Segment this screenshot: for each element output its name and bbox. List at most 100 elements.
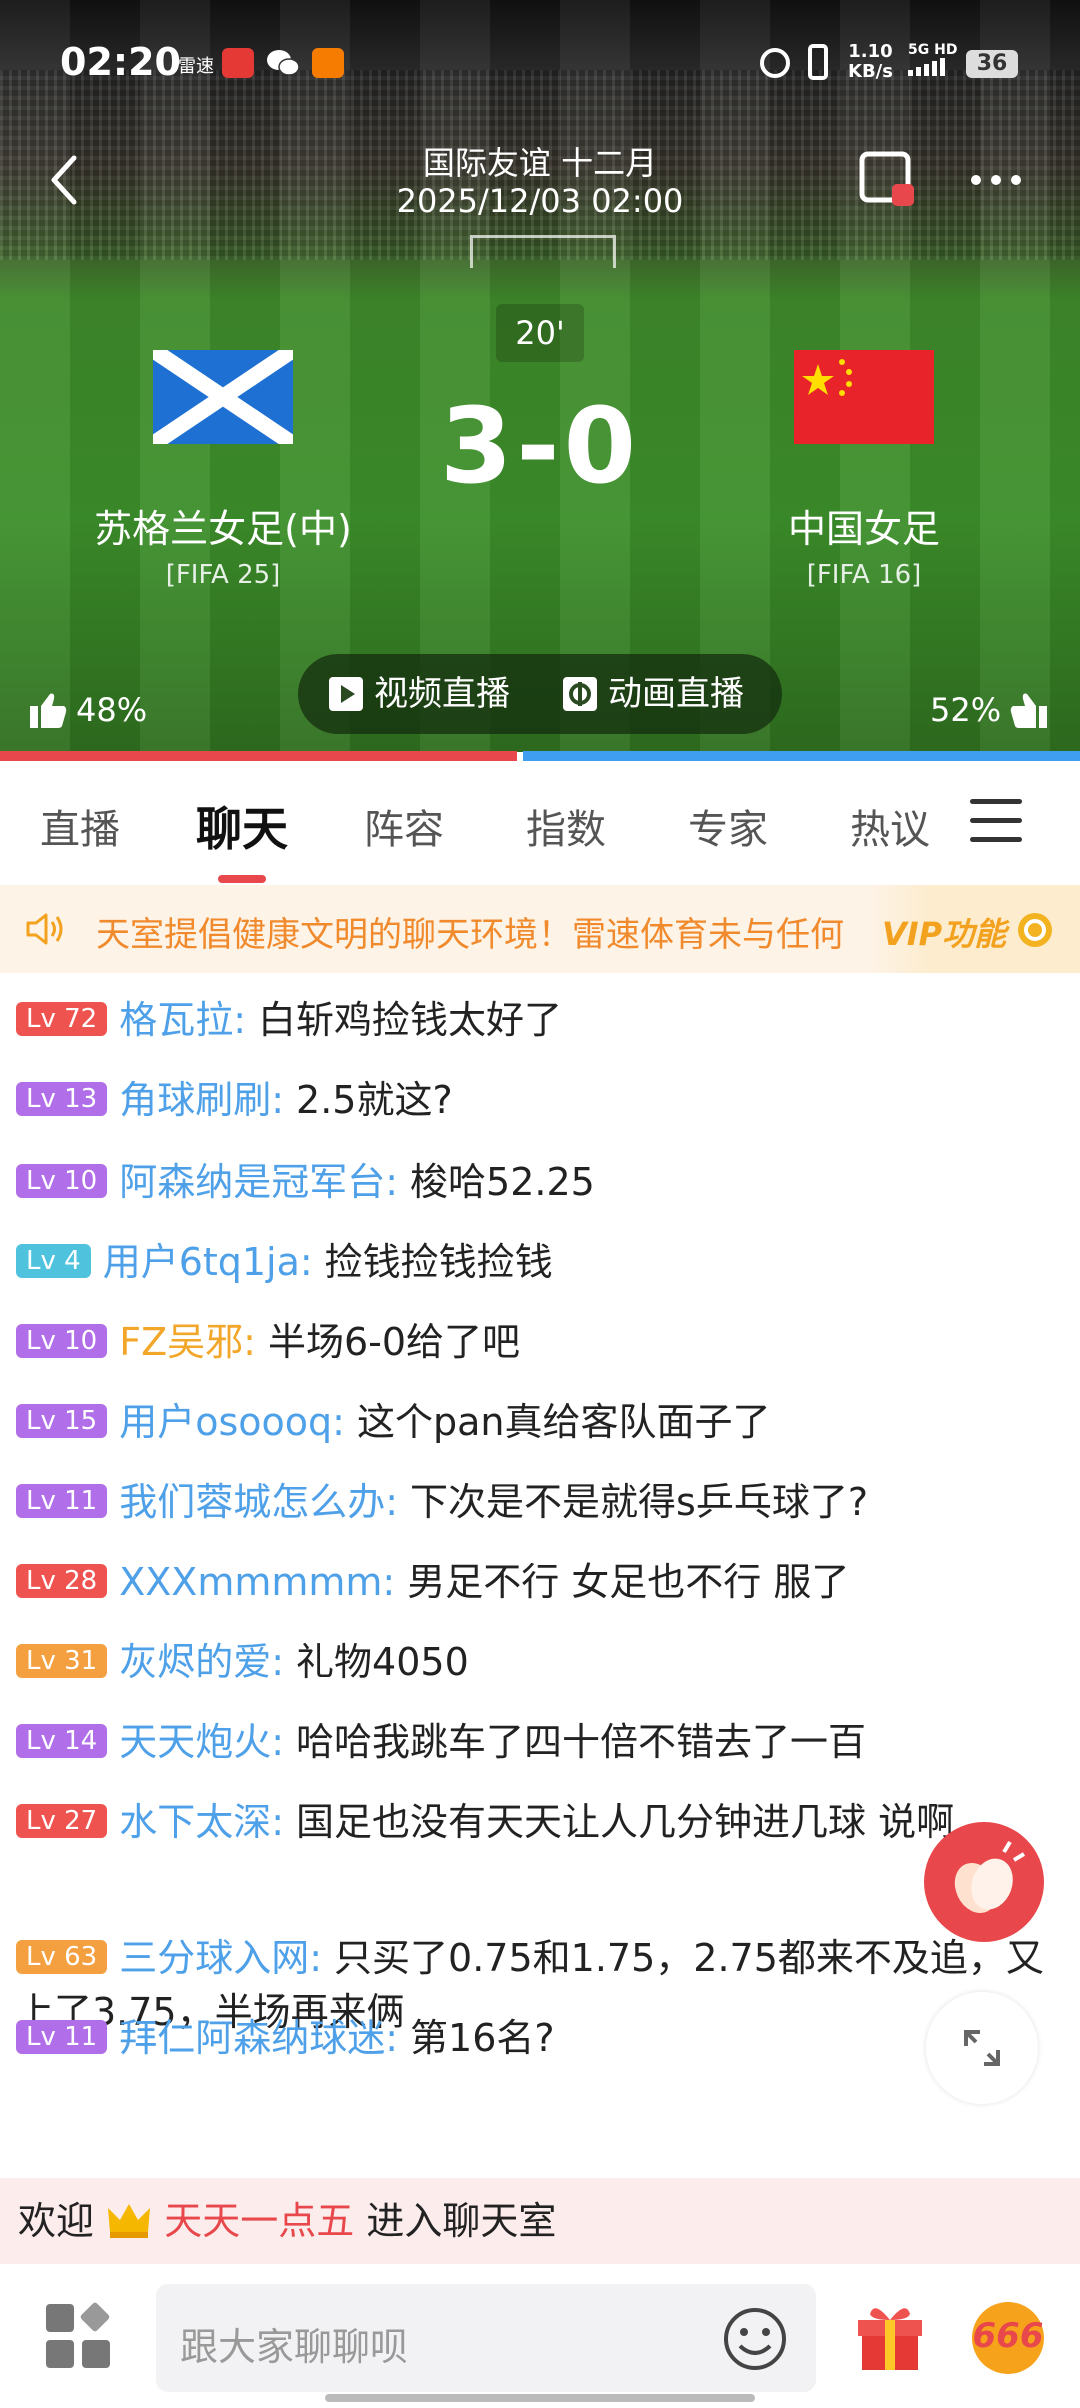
chat-username[interactable]: 角球刷刷: (119, 1078, 284, 1122)
chat-message[interactable]: Lv 27 水下太深: 国足也没有天天让人几分钟进几球 说啊 (16, 1795, 1066, 1849)
league-title: 国际友谊 十二月 (422, 144, 658, 182)
alarm-icon (760, 48, 790, 78)
user-level-badge: Lv 4 (16, 1244, 91, 1278)
expand-button[interactable] (926, 1992, 1038, 2104)
chat-text: 半场6-0给了吧 (267, 1320, 521, 1364)
away-support[interactable]: 52% (930, 690, 1049, 730)
tab-live[interactable]: 直播 (40, 797, 120, 855)
status-bar: 02:20 雷速 1.10 KB/s 5G HD 36 (0, 40, 1080, 90)
user-level-badge: Lv 10 (16, 1164, 108, 1198)
666-button[interactable]: 666 (966, 2298, 1050, 2378)
home-team-name[interactable]: 苏格兰女足(中) (43, 498, 403, 553)
emoji-icon[interactable] (722, 2306, 788, 2372)
chat-text: 梭哈52.25 (410, 1160, 595, 1204)
float-window-button[interactable] (858, 150, 918, 210)
chat-username[interactable]: 水下太深: (119, 1800, 284, 1844)
chat-message[interactable]: Lv 31 灰烬的爱: 礼物4050 (16, 1635, 1066, 1689)
home-indicator[interactable] (325, 2394, 755, 2402)
user-level-badge: Lv 63 (16, 1940, 108, 1974)
chat-text: 下次是不是就得s乒乓球了? (410, 1480, 869, 1524)
chat-notice-bar: 天室提倡健康文明的聊天环境！雷速体育未与任何 VIP功能 (0, 885, 1080, 973)
chat-text: 礼物4050 (296, 1640, 469, 1684)
animation-live-button[interactable]: 动画直播 (562, 654, 744, 734)
chevron-left-icon (51, 155, 77, 205)
tab-odds[interactable]: 指数 (526, 797, 606, 855)
chat-message[interactable]: Lv 4 用户6tq1ja: 捡钱捡钱捡钱 (16, 1235, 1066, 1289)
chat-text: 捡钱捡钱捡钱 (324, 1240, 553, 1284)
user-level-badge: Lv 11 (16, 2020, 108, 2054)
chat-message[interactable]: Lv 72 格瓦拉: 白斩鸡捡钱太好了 (16, 993, 1066, 1047)
goal-frame (470, 235, 616, 268)
more-dots-icon (971, 175, 1021, 185)
chat-username[interactable]: 灰烬的爱: (119, 1640, 284, 1684)
user-level-badge: Lv 31 (16, 1644, 108, 1678)
chat-input[interactable]: 跟大家聊聊呗 (156, 2284, 816, 2392)
user-level-badge: Lv 15 (16, 1404, 108, 1438)
away-support-bar (523, 751, 1080, 761)
carrier-label: 雷速 (178, 56, 214, 77)
chat-message[interactable]: Lv 15 用户osoooq: 这个pan真给客队面子了 (16, 1395, 1066, 1449)
home-team-rating: [FIFA 25] (165, 560, 281, 590)
chat-input-placeholder: 跟大家聊聊呗 (180, 2325, 409, 2369)
more-button[interactable] (968, 170, 1024, 190)
thumbs-up-icon (1010, 693, 1048, 728)
away-team-name[interactable]: 中国女足 (684, 498, 1044, 553)
chat-message[interactable]: Lv 11 我们蓉城怎么办: 下次是不是就得s乒乓球了? (16, 1475, 1066, 1529)
app-notification-icon (222, 48, 254, 78)
expand-icon (964, 2030, 1000, 2066)
china-flag-icon (794, 350, 934, 444)
chat-username[interactable]: 用户6tq1ja: (103, 1240, 313, 1284)
home-support[interactable]: 48% (28, 690, 147, 730)
speaker-icon (26, 913, 63, 945)
gift-button[interactable] (852, 2298, 928, 2374)
user-level-badge: Lv 10 (16, 1324, 108, 1358)
chat-username[interactable]: 我们蓉城怎么办: (119, 1480, 398, 1524)
chat-message[interactable]: Lv 10 阿森纳是冠军台: 梭哈52.25 (16, 1155, 1066, 1209)
tab-chat[interactable]: 聊天 (196, 793, 288, 859)
chat-username[interactable]: 天天炮火: (119, 1720, 284, 1764)
chat-text: 国足也没有天天让人几分钟进几球 说啊 (296, 1800, 955, 1844)
chat-message[interactable]: Lv 11 拜仁阿森纳球迷: 第16名? (16, 2011, 1066, 2065)
chat-username[interactable]: XXXmmmmm: (119, 1560, 395, 1604)
chat-username[interactable]: 三分球入网: (119, 1936, 322, 1980)
tab-lineup[interactable]: 阵容 (364, 797, 444, 855)
chat-message[interactable]: Lv 13 角球刷刷: 2.5就这? (16, 1073, 1066, 1127)
status-time: 02:20 (60, 40, 181, 84)
play-icon (329, 677, 363, 711)
vip-feature-button[interactable]: VIP功能 (870, 885, 1080, 973)
thumbs-up-icon (30, 693, 67, 728)
crown-icon (108, 2204, 151, 2238)
live-mode-switch: 视频直播 动画直播 (298, 654, 782, 734)
match-hero: 02:20 雷速 1.10 KB/s 5G HD 36 国际友谊 十二月 202… (0, 0, 1080, 752)
user-level-badge: Lv 14 (16, 1724, 108, 1758)
user-level-badge: Lv 72 (16, 1002, 108, 1036)
tab-discussion[interactable]: 热议 (850, 797, 930, 855)
cheer-button[interactable] (924, 1822, 1044, 1942)
chat-text: 男足不行 女足也不行 服了 (407, 1560, 850, 1604)
battery-icon: 36 (966, 50, 1018, 78)
video-live-button[interactable]: 视频直播 (328, 654, 510, 734)
picture-in-picture-icon (859, 151, 914, 206)
chat-username[interactable]: FZ吴邪: (119, 1320, 256, 1364)
chat-username[interactable]: 用户osoooq: (119, 1400, 345, 1444)
gift-icon (858, 2308, 922, 2370)
tab-indicator (218, 875, 266, 883)
match-datetime: 2025/12/03 02:00 (396, 182, 684, 220)
chat-message[interactable]: Lv 10 FZ吴邪: 半场6-0给了吧 (16, 1315, 1066, 1369)
chat-message[interactable]: Lv 14 天天炮火: 哈哈我跳车了四十倍不错去了一百 (16, 1715, 1066, 1769)
bottom-bar: 跟大家聊聊呗 666 (0, 2264, 1080, 2408)
apps-grid-button[interactable] (44, 2302, 114, 2372)
wechat-icon (266, 48, 300, 78)
signal-icon: 5G HD (908, 42, 957, 76)
notice-text: 天室提倡健康文明的聊天环境！雷速体育未与任何 (96, 915, 844, 955)
apps-grid-icon (46, 2302, 110, 2368)
chat-username[interactable]: 拜仁阿森纳球迷: (119, 2016, 398, 2060)
chat-list[interactable]: Lv 72 格瓦拉: 白斩鸡捡钱太好了 Lv 13 角球刷刷: 2.5就这? Lv 10 阿森… (0, 973, 1080, 2178)
tab-experts[interactable]: 专家 (688, 797, 768, 855)
chat-username[interactable]: 格瓦拉: (119, 998, 246, 1042)
chat-message[interactable]: Lv 28 XXXmmmmm: 男足不行 女足也不行 服了 (16, 1555, 1066, 1609)
back-button[interactable] (44, 150, 84, 210)
chat-username[interactable]: 阿森纳是冠军台: (119, 1160, 398, 1204)
away-team-rating: [FIFA 16] (806, 560, 922, 590)
menu-icon[interactable] (970, 799, 1022, 845)
